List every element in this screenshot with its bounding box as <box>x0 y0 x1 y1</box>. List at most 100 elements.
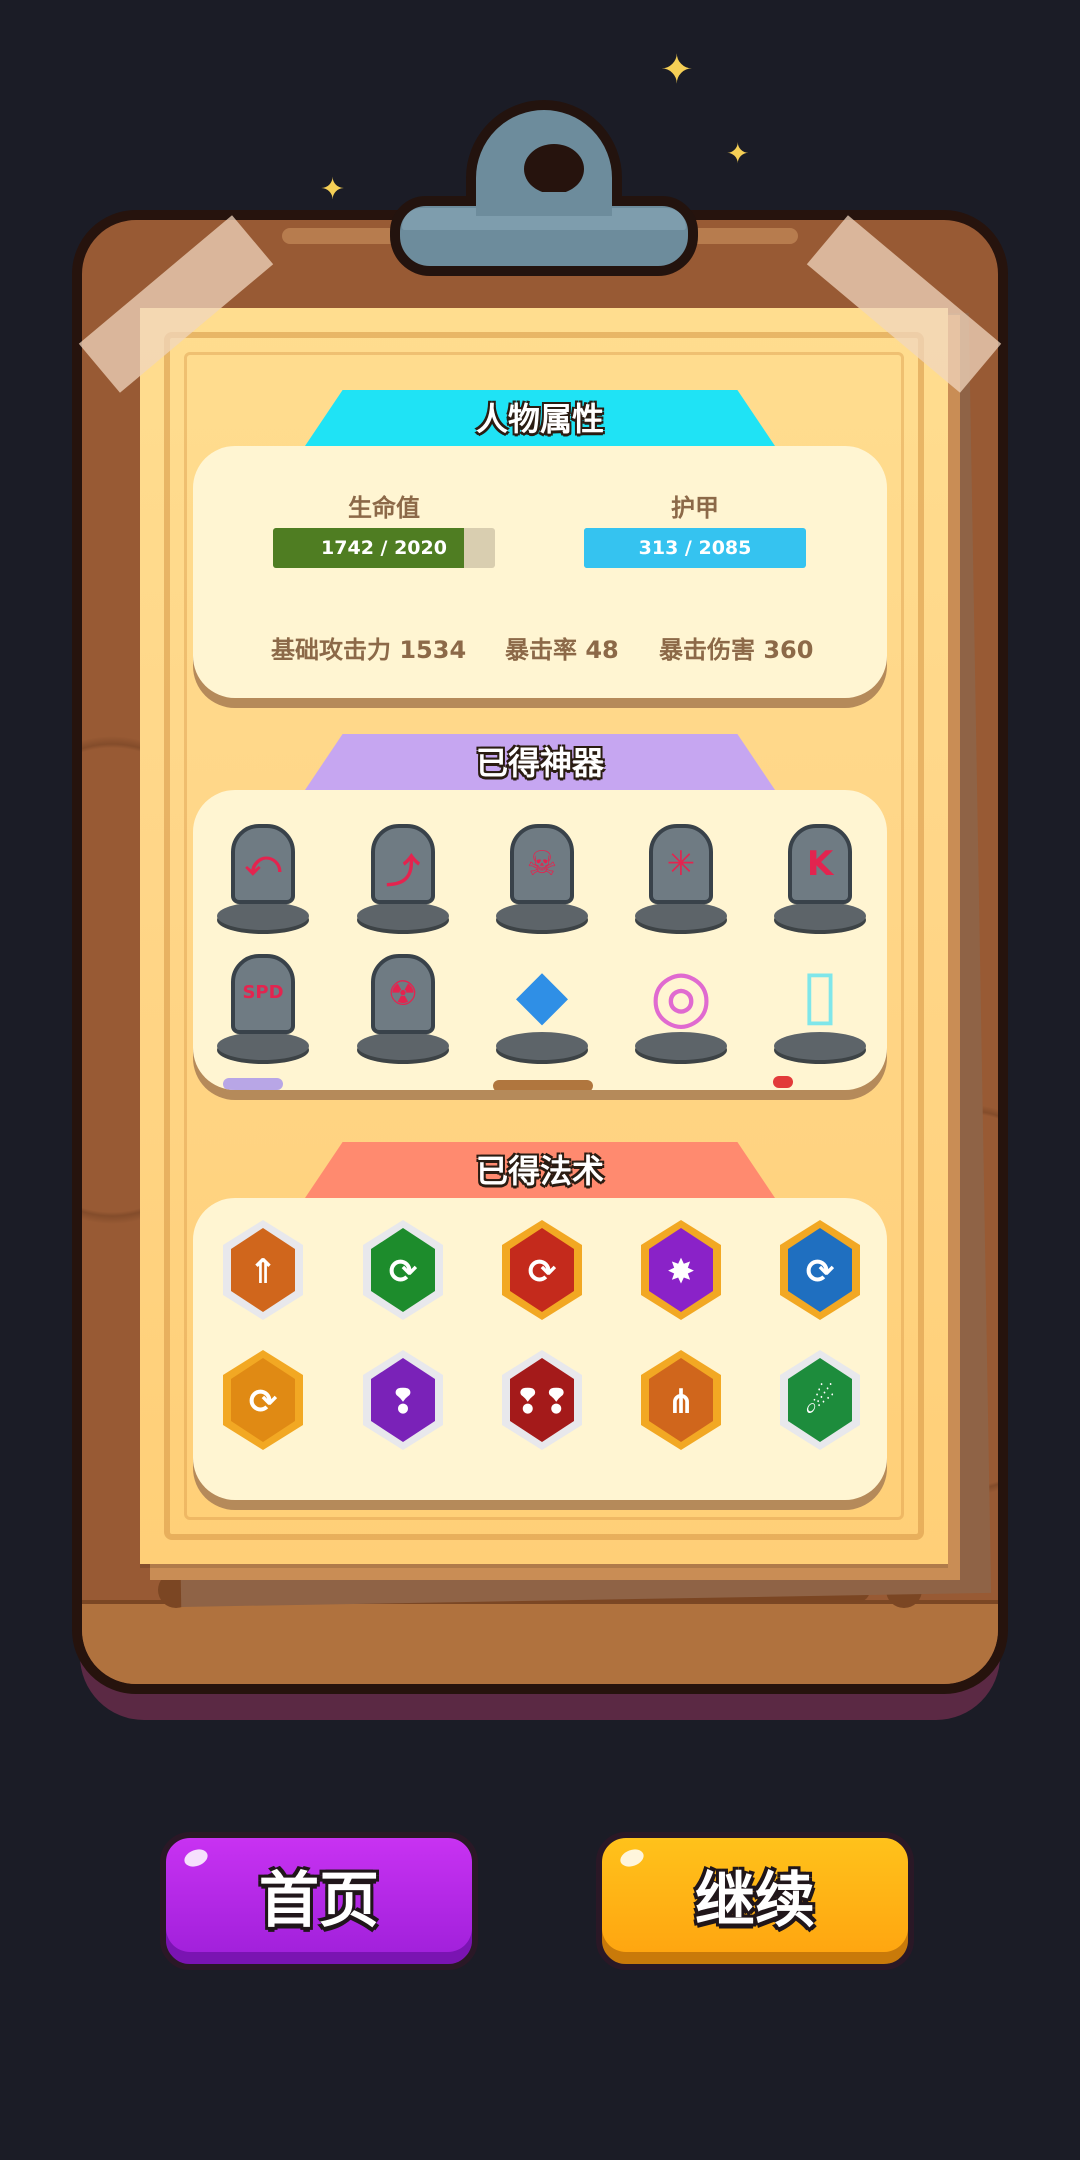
spell-slot: ⋔ <box>631 1348 731 1458</box>
spell-slot: ❢❢ <box>492 1348 592 1458</box>
spell-icon-fill: ❢ <box>371 1358 435 1442</box>
sparkle-icon: ✦ <box>320 172 346 207</box>
pedestal <box>217 1032 309 1060</box>
armor-value: 313 / 2085 <box>638 537 752 559</box>
pedestal <box>217 902 309 930</box>
home-button[interactable]: 首页 <box>160 1832 478 1970</box>
continue-button[interactable]: 继续 <box>596 1832 914 1970</box>
artifact-slot: ◆ <box>492 950 592 1060</box>
rune-glyph: SPD <box>242 982 284 1003</box>
armor-bar: 313 / 2085 <box>584 528 806 568</box>
artifacts-title: 已得神器 <box>475 744 604 782</box>
spell-slot: ⟳ <box>353 1218 453 1328</box>
rune-flame-skull-icon: ☢ <box>371 954 435 1034</box>
spell-slot: ❢ <box>353 1348 453 1458</box>
base-attack-stat: 基础攻击力 1534 <box>271 636 467 664</box>
artifacts-tab: 已得神器 <box>305 734 775 790</box>
armor-label: 护甲 <box>671 494 719 522</box>
spell-slot: ⟳ <box>492 1218 592 1328</box>
artifact-slot: ☠ <box>492 820 592 930</box>
rune-boomerang-icon: ⤴ <box>371 824 435 904</box>
crit-damage-stat: 暴击伤害 360 <box>659 636 814 664</box>
orange-orbs-icon: ⟳ <box>223 1350 303 1450</box>
hp-label: 生命值 <box>348 494 420 522</box>
hp-value: 1742 / 2020 <box>321 537 447 559</box>
artifact-slot: ◎ <box>631 950 731 1060</box>
artifact-slot: ☢ <box>353 950 453 1060</box>
spell-glyph: ⟳ <box>805 1252 835 1292</box>
artifact-slot: K <box>770 820 870 930</box>
attributes-panel: 生命值 1742 / 2020 护甲 313 / 2085 基础攻击力 1534… <box>193 446 887 698</box>
blue-orbs-icon: ⟳ <box>780 1220 860 1320</box>
rune-glyph: ⤴ <box>386 852 420 892</box>
rune-speed-icon: SPD <box>231 954 295 1034</box>
spell-glyph: ❢❢ <box>513 1382 571 1422</box>
spell-icon-fill: ✸ <box>649 1228 713 1312</box>
attributes-tab: 人物属性 <box>305 390 775 446</box>
pedestal <box>357 1032 449 1060</box>
spell-icon-fill: ⋔ <box>649 1358 713 1442</box>
spell-slot: ⟳ <box>770 1218 870 1328</box>
continue-button-label: 继续 <box>695 1866 815 1936</box>
orange-spread-icon: ⋔ <box>641 1350 721 1450</box>
spell-glyph: ⋔ <box>666 1382 696 1422</box>
spell-glyph: ✸ <box>666 1252 696 1292</box>
artifact-slot: SPD <box>213 950 313 1060</box>
spell-slot: ⟳ <box>213 1348 313 1458</box>
spell-glyph: ❢ <box>388 1382 418 1422</box>
spell-icon-fill: ⟳ <box>231 1358 295 1442</box>
spell-icon-fill: ⟳ <box>371 1228 435 1312</box>
spell-glyph: ☄ <box>804 1382 836 1422</box>
pedestal <box>635 902 727 930</box>
rune-k-icon: K <box>788 824 852 904</box>
green-orbs-icon: ⟳ <box>363 1220 443 1320</box>
spells-tab: 已得法术 <box>305 1142 775 1198</box>
rune-glyph: ✳ <box>666 844 696 884</box>
red-orbs-icon: ⟳ <box>502 1220 582 1320</box>
artifact-slot: ✳ <box>631 820 731 930</box>
pedestal <box>496 902 588 930</box>
crit-rate-stat: 暴击率 48 <box>505 636 619 664</box>
spell-icon-fill: ☄ <box>788 1358 852 1442</box>
blue-gem-icon: ◆ <box>515 955 569 1034</box>
spell-icon-fill: ⟳ <box>788 1228 852 1312</box>
spell-slot: ⇑ <box>213 1218 313 1328</box>
pedestal <box>774 902 866 930</box>
game-result-screen: ✦ ✦ ✦ 人物属性 生命值 1742 / 2020 护甲 313 / 2085… <box>0 0 1080 2160</box>
artifact-slot: ▯ <box>770 950 870 1060</box>
spell-glyph: ⟳ <box>527 1252 557 1292</box>
clipboard-bottom-lip <box>82 1600 998 1684</box>
rune-glyph: K <box>806 844 834 884</box>
spell-slot: ✸ <box>631 1218 731 1328</box>
purple-drop-icon: ❢ <box>363 1350 443 1450</box>
spells-title: 已得法术 <box>475 1152 604 1190</box>
rune-burst-icon: ✳ <box>649 824 713 904</box>
sparkle-icon: ✦ <box>660 47 694 93</box>
speed-up-icon: ⇑ <box>223 1220 303 1320</box>
rainbow-rings-icon: ◎ <box>649 953 713 1037</box>
rune-hook-icon: ⤺ <box>231 824 295 904</box>
sparkle-icon: ✦ <box>726 137 750 170</box>
rune-glyph: ⤺ <box>244 844 282 884</box>
spell-icon-fill: ⟳ <box>510 1228 574 1312</box>
rune-skull-icon: ☠ <box>510 824 574 904</box>
spell-glyph: ⟳ <box>248 1382 278 1422</box>
ice-jar-icon: ▯ <box>801 955 839 1034</box>
spell-icon-fill: ⇑ <box>231 1228 295 1312</box>
armor-bar-fill <box>584 528 618 568</box>
hp-bar: 1742 / 2020 <box>273 528 495 568</box>
artifact-slot: ⤺ <box>213 820 313 930</box>
clipboard-clip <box>390 100 698 280</box>
artifact-row-peek <box>773 1076 793 1088</box>
spell-glyph: ⇑ <box>248 1252 278 1292</box>
attributes-title: 人物属性 <box>475 400 604 438</box>
spells-panel: ⇑ ⟳ ⟳ ✸ ⟳ ⟳ ❢ ❢❢ ⋔ ☄ <box>193 1198 887 1500</box>
pedestal <box>357 902 449 930</box>
rune-glyph: ☢ <box>387 974 419 1014</box>
green-comet-icon: ☄ <box>780 1350 860 1450</box>
artifact-row-peek <box>493 1080 593 1090</box>
spell-glyph: ⟳ <box>388 1252 418 1292</box>
artifacts-panel: ⤺ ⤴ ☠ ✳ K SPD ☢ ◆ ◎ ▯ <box>193 790 887 1090</box>
clip-hole <box>524 144 584 194</box>
home-button-label: 首页 <box>259 1866 379 1936</box>
